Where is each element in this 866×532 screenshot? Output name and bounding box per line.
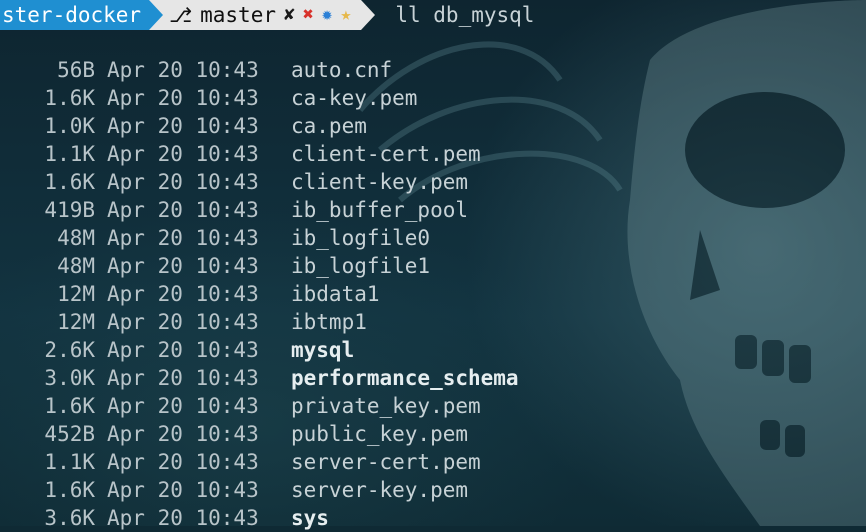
file-name: server-key.pem <box>291 478 469 502</box>
directory-name: performance_schema <box>291 366 519 390</box>
command-text: ll db_mysql <box>395 3 535 27</box>
file-size: 1.1K <box>44 450 95 474</box>
file-name: ib_buffer_pool <box>291 198 469 222</box>
list-item: 2.6K Apr 20 10:43 mysql <box>0 336 519 364</box>
file-size: 48M <box>57 254 95 278</box>
git-branch-name: master <box>200 3 276 27</box>
file-date: Apr 20 10:43 <box>107 394 259 418</box>
prompt-host-segment: ster-docker <box>0 0 150 30</box>
file-size: 56B <box>57 58 95 82</box>
file-size: 1.0K <box>44 114 95 138</box>
file-name: ib_logfile0 <box>291 226 431 250</box>
file-size: 452B <box>44 422 95 446</box>
shell-prompt: ster-docker ⎇ master ✘ ✖ ✹ ★ ll db_mysql <box>0 0 534 30</box>
file-name: server-cert.pem <box>291 450 481 474</box>
file-name: client-cert.pem <box>291 142 481 166</box>
list-item: 1.0K Apr 20 10:43 ca.pem <box>0 112 519 140</box>
file-date: Apr 20 10:43 <box>107 282 259 306</box>
list-item: 1.1K Apr 20 10:43 client-cert.pem <box>0 140 519 168</box>
file-date: Apr 20 10:43 <box>107 422 259 446</box>
list-item: 48M Apr 20 10:43 ib_logfile0 <box>0 224 519 252</box>
file-size: 1.6K <box>44 86 95 110</box>
file-date: Apr 20 10:43 <box>107 506 259 530</box>
list-item: 1.6K Apr 20 10:43 client-key.pem <box>0 168 519 196</box>
file-size: 3.6K <box>44 506 95 530</box>
file-date: Apr 20 10:43 <box>107 310 259 334</box>
file-name: auto.cnf <box>291 58 393 82</box>
list-item: 452B Apr 20 10:43 public_key.pem <box>0 420 519 448</box>
file-date: Apr 20 10:43 <box>107 254 259 278</box>
file-date: Apr 20 10:43 <box>107 114 259 138</box>
list-item: 12M Apr 20 10:43 ibdata1 <box>0 280 519 308</box>
file-size: 1.6K <box>44 478 95 502</box>
list-item: 12M Apr 20 10:43 ibtmp1 <box>0 308 519 336</box>
list-item: 1.1K Apr 20 10:43 server-cert.pem <box>0 448 519 476</box>
file-date: Apr 20 10:43 <box>107 226 259 250</box>
file-size: 48M <box>57 226 95 250</box>
status-modified-icon: ✹ <box>321 4 333 25</box>
file-name: ibdata1 <box>291 282 380 306</box>
file-name: ibtmp1 <box>291 310 367 334</box>
list-item: 3.0K Apr 20 10:43 performance_schema <box>0 364 519 392</box>
file-listing: 56B Apr 20 10:43 auto.cnf 1.6K Apr 20 10:43 c… <box>0 56 519 532</box>
file-date: Apr 20 10:43 <box>107 478 259 502</box>
file-date: Apr 20 10:43 <box>107 198 259 222</box>
list-item: 3.6K Apr 20 10:43 sys <box>0 504 519 532</box>
file-name: ca.pem <box>291 114 367 138</box>
file-name: client-key.pem <box>291 170 469 194</box>
prompt-separator-arrow <box>149 0 164 30</box>
file-size: 2.6K <box>44 338 95 362</box>
file-date: Apr 20 10:43 <box>107 366 259 390</box>
file-date: Apr 20 10:43 <box>107 450 259 474</box>
directory-name: mysql <box>291 338 355 362</box>
status-stashed-icon: ★ <box>340 4 352 25</box>
file-date: Apr 20 10:43 <box>107 86 259 110</box>
file-name: private_key.pem <box>291 394 481 418</box>
file-size: 1.6K <box>44 394 95 418</box>
status-untracked-icon: ✘ <box>283 4 295 25</box>
file-name: ca-key.pem <box>291 86 418 110</box>
file-date: Apr 20 10:43 <box>107 170 259 194</box>
file-size: 419B <box>44 198 95 222</box>
prompt-git-segment: ⎇ master ✘ ✖ ✹ ★ <box>163 0 362 30</box>
file-size: 3.0K <box>44 366 95 390</box>
file-date: Apr 20 10:43 <box>107 142 259 166</box>
list-item: 1.6K Apr 20 10:43 ca-key.pem <box>0 84 519 112</box>
list-item: 56B Apr 20 10:43 auto.cnf <box>0 56 519 84</box>
file-name: public_key.pem <box>291 422 469 446</box>
file-size: 12M <box>57 310 95 334</box>
list-item: 1.6K Apr 20 10:43 private_key.pem <box>0 392 519 420</box>
git-branch-icon: ⎇ <box>169 3 193 27</box>
file-size: 12M <box>57 282 95 306</box>
status-deleted-icon: ✖ <box>302 4 314 25</box>
file-size: 1.1K <box>44 142 95 166</box>
file-date: Apr 20 10:43 <box>107 338 259 362</box>
file-date: Apr 20 10:43 <box>107 58 259 82</box>
file-name: ib_logfile1 <box>291 254 431 278</box>
file-size: 1.6K <box>44 170 95 194</box>
prompt-end-arrow <box>361 0 376 30</box>
directory-name: sys <box>291 506 329 530</box>
list-item: 419B Apr 20 10:43 ib_buffer_pool <box>0 196 519 224</box>
list-item: 48M Apr 20 10:43 ib_logfile1 <box>0 252 519 280</box>
list-item: 1.6K Apr 20 10:43 server-key.pem <box>0 476 519 504</box>
